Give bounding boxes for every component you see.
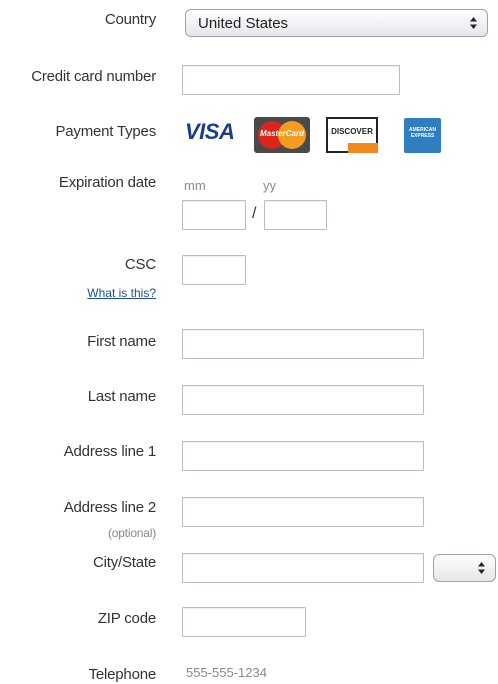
expiration-mm-hint: mm [184, 178, 206, 193]
discover-logo-text: DISCOVER [331, 127, 373, 136]
last-name-input[interactable] [182, 385, 424, 415]
up-down-arrows-icon [478, 562, 485, 574]
mastercard-logo-text: MasterCard [259, 129, 304, 138]
city-input[interactable] [182, 553, 424, 583]
telephone-label: Telephone [88, 666, 157, 683]
visa-logo: VISA [185, 119, 235, 145]
address-line-2-optional-note: (optional) [107, 526, 156, 540]
telephone-placeholder[interactable]: 555-555-1234 [186, 665, 267, 680]
zip-code-label: ZIP code [97, 610, 156, 627]
first-name-input[interactable] [182, 329, 424, 359]
city-state-label: City/State [92, 554, 156, 571]
visa-logo-text: VISA [185, 119, 235, 144]
mastercard-logo: MasterCard [254, 117, 310, 153]
expiration-yy-hint: yy [263, 178, 276, 193]
last-name-label: Last name [87, 388, 156, 405]
expiration-label: Expiration date [58, 174, 156, 191]
address-line-2-input[interactable] [182, 497, 424, 527]
address-line-2-label: Address line 2 [63, 499, 156, 516]
payment-types-label: Payment Types [55, 123, 156, 140]
csc-help-link[interactable]: What is this? [87, 286, 156, 300]
country-label: Country [104, 11, 156, 28]
csc-input[interactable] [182, 255, 246, 285]
amex-logo-text: AMERICAN EXPRESS [409, 127, 436, 139]
discover-orange-stripe [348, 143, 378, 153]
discover-logo: DISCOVER [326, 117, 378, 153]
address-line-1-label: Address line 1 [63, 443, 156, 460]
csc-label: CSC [124, 256, 156, 273]
country-select-value: United States [198, 15, 289, 32]
credit-card-input[interactable] [182, 65, 400, 95]
up-down-arrows-icon [470, 17, 477, 29]
state-select[interactable] [433, 554, 496, 582]
address-line-1-input[interactable] [182, 441, 424, 471]
zip-code-input[interactable] [182, 607, 306, 637]
amex-logo: AMERICAN EXPRESS [404, 118, 441, 153]
first-name-label: First name [87, 333, 156, 350]
expiration-separator: / [252, 205, 257, 222]
expiration-month-input[interactable] [182, 200, 246, 230]
expiration-year-input[interactable] [264, 200, 327, 230]
credit-card-label: Credit card number [31, 68, 156, 85]
country-select[interactable]: United States [185, 9, 488, 37]
